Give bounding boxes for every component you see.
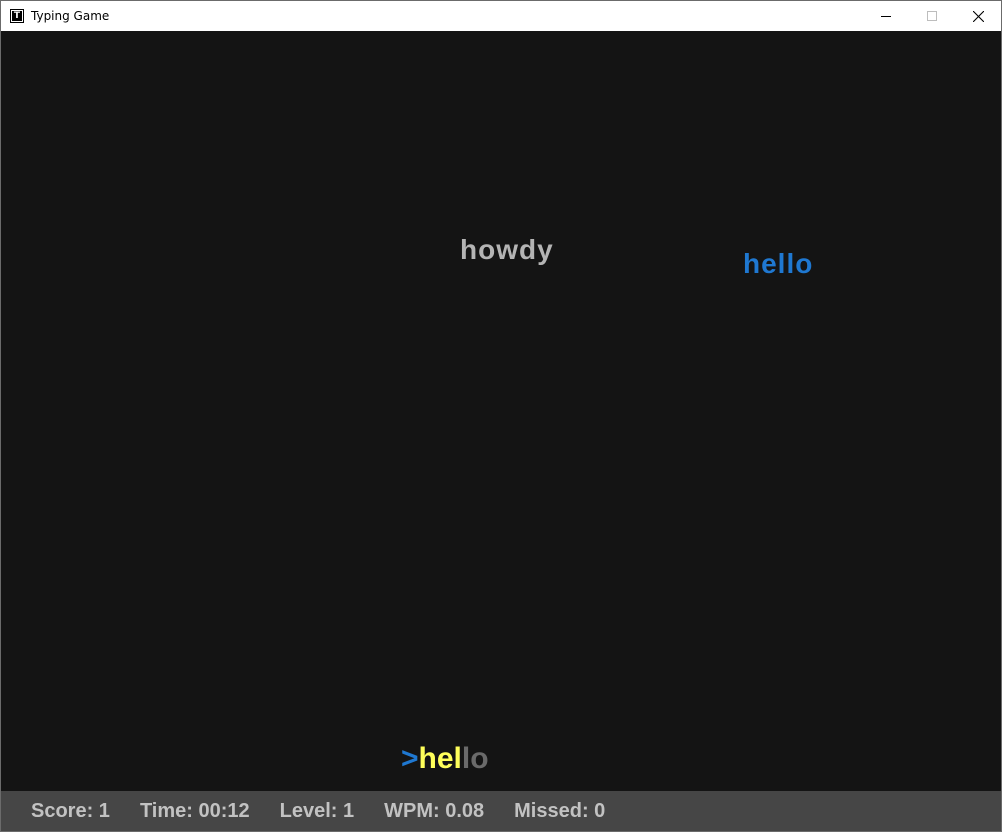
maximize-icon: [927, 11, 937, 21]
score-readout: Score: 1: [31, 799, 110, 822]
status-bar: Score: 1 Time: 00:12 Level: 1 WPM: 0.08 …: [1, 791, 1001, 831]
close-icon: [972, 10, 984, 22]
close-button[interactable]: [955, 1, 1001, 31]
input-typed-text: hel: [418, 742, 462, 775]
input-remaining-text: lo: [461, 742, 489, 775]
minimize-button[interactable]: [863, 1, 909, 31]
level-readout: Level: 1: [279, 799, 355, 822]
window-controls: [863, 1, 1001, 31]
game-window: T Typing Game howdy hello >hello Score: …: [0, 0, 1002, 832]
maximize-button[interactable]: [909, 1, 955, 31]
input-prompt: >: [401, 742, 419, 775]
falling-word-howdy: howdy: [460, 234, 554, 265]
falling-word-hello-targeted: hello: [743, 248, 814, 279]
wpm-readout: WPM: 0.08: [384, 799, 485, 822]
window-title: Typing Game: [31, 9, 110, 23]
missed-readout: Missed: 0: [514, 799, 606, 822]
minimize-icon: [881, 16, 891, 17]
time-readout: Time: 00:12: [139, 799, 250, 822]
app-t-icon: T: [10, 9, 24, 23]
typing-input-line[interactable]: >hello: [401, 742, 489, 776]
game-canvas[interactable]: howdy hello >hello: [1, 31, 1001, 791]
app-icon-letter: T: [12, 11, 22, 21]
title-bar[interactable]: T Typing Game: [1, 1, 1001, 31]
